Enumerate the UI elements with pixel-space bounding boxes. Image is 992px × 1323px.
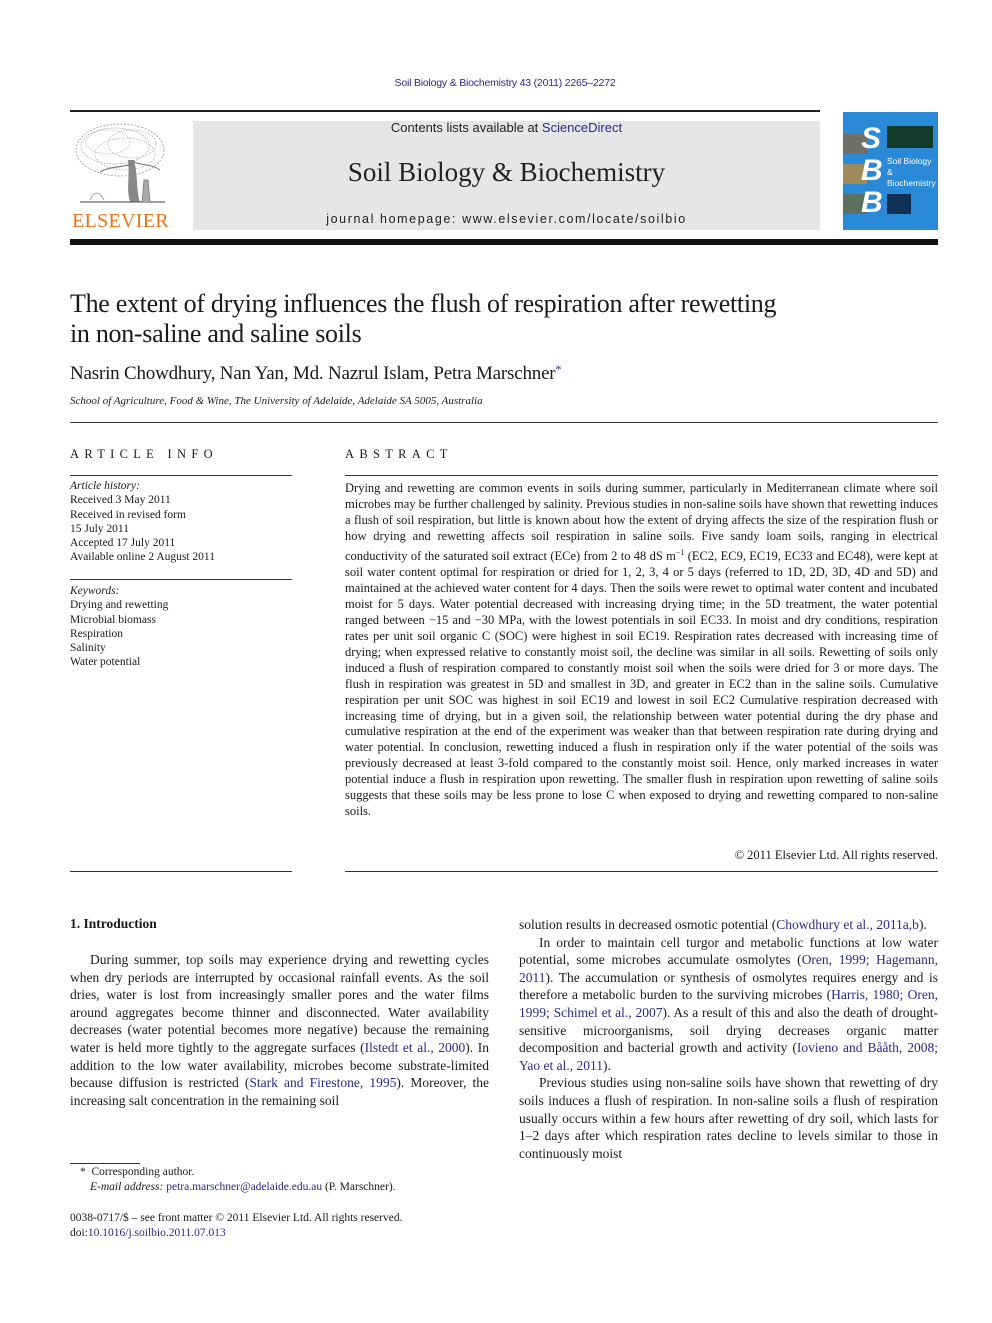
cover-title-line: Biochemistry xyxy=(887,178,936,188)
abstract-bottom-rule xyxy=(345,871,938,872)
journal-homepage-link[interactable]: journal homepage: www.elsevier.com/locat… xyxy=(193,212,820,226)
affiliation: School of Agriculture, Food & Wine, The … xyxy=(70,395,483,407)
history-item: 15 July 2011 xyxy=(70,522,129,535)
reference-link[interactable]: Ilstedt et al., 2000 xyxy=(365,1040,466,1055)
paragraph-text: solution results in decreased osmotic po… xyxy=(519,917,777,932)
footnote-rule xyxy=(70,1163,140,1164)
cover-title: Soil Biology & Biochemistry xyxy=(887,156,938,189)
keyword-item: Water potential xyxy=(70,656,141,669)
keyword-item: Drying and rewetting xyxy=(70,599,169,612)
elsevier-wordmark: ELSEVIER xyxy=(72,210,169,232)
sciencedirect-link[interactable]: ScienceDirect xyxy=(542,120,622,135)
journal-masthead: Contents lists available at ScienceDirec… xyxy=(193,121,820,230)
footnote-mark: * xyxy=(80,1166,86,1178)
abstract-body: Drying and rewetting are common events i… xyxy=(345,481,938,820)
front-matter: 0038-0717/$ – see front matter © 2011 El… xyxy=(70,1211,402,1241)
doi-link[interactable]: 10.1016/j.soilbio.2011.07.013 xyxy=(88,1227,226,1239)
paragraph-text: ). xyxy=(918,917,927,932)
intro-left-column: During summer, top soils may experience … xyxy=(70,951,489,1109)
corresponding-author-mark[interactable]: * xyxy=(555,362,561,376)
article-history: Article history: Received 3 May 2011 Rec… xyxy=(70,479,292,565)
article-title: The extent of drying influences the flus… xyxy=(70,289,890,349)
header-rule xyxy=(70,110,820,112)
keywords-rule xyxy=(70,579,292,580)
footnote: * Corresponding author. E-mail address: … xyxy=(70,1165,396,1195)
contents-label: Contents lists available at xyxy=(390,120,542,135)
cover-letter: B xyxy=(861,154,883,187)
abstract-text: (EC2, EC9, EC19, EC33 and EC48), were ke… xyxy=(345,548,938,819)
intro-paragraph: In order to maintain cell turgor and met… xyxy=(519,934,938,1075)
elsevier-tree-icon xyxy=(75,123,165,203)
keyword-item: Microbial biomass xyxy=(70,613,156,626)
corresponding-author-note: Corresponding author. xyxy=(91,1166,195,1178)
history-item: Received 3 May 2011 xyxy=(70,494,171,507)
journal-cover-thumbnail[interactable]: S B B Soil Biology & Biochemistry xyxy=(843,112,938,230)
journal-name: Soil Biology & Biochemistry xyxy=(347,157,666,187)
issn-line: 0038-0717/$ – see front matter © 2011 El… xyxy=(70,1212,403,1224)
doi-label: doi: xyxy=(70,1227,88,1239)
article-title-line: in non-saline and saline soils xyxy=(70,319,362,348)
history-item: Accepted 17 July 2011 xyxy=(70,537,176,550)
cover-micrograph xyxy=(887,194,911,214)
cover-title-line: Soil Biology & xyxy=(887,156,932,177)
email-link[interactable]: petra.marschner@adelaide.edu.au xyxy=(166,1181,322,1193)
author-names: Nasrin Chowdhury, Nan Yan, Md. Nazrul Is… xyxy=(70,363,556,384)
email-suffix: (P. Marschner). xyxy=(322,1181,396,1193)
article-info-bottom-rule xyxy=(70,871,292,872)
history-item: Received in revised form xyxy=(70,508,186,521)
history-item: Available online 2 August 2011 xyxy=(70,551,216,564)
intro-paragraph: During summer, top soils may experience … xyxy=(70,951,489,1109)
abstract-heading: ABSTRACT xyxy=(345,447,453,461)
header-thick-rule xyxy=(70,239,938,245)
reference-link[interactable]: Stark and Firestone, 1995 xyxy=(249,1075,396,1090)
title-divider xyxy=(70,422,938,423)
cover-micrograph xyxy=(887,126,933,148)
intro-paragraph: solution results in decreased osmotic po… xyxy=(519,916,938,934)
cover-letter: B xyxy=(861,186,883,219)
cover-letter: S xyxy=(861,122,882,155)
journal-citation-link[interactable]: Soil Biology & Biochemistry 43 (2011) 22… xyxy=(0,77,992,89)
abstract-copyright: © 2011 Elsevier Ltd. All rights reserved… xyxy=(734,848,938,862)
article-info-heading: ARTICLE INFO xyxy=(70,447,218,461)
email-label: E-mail address: xyxy=(90,1181,167,1193)
keyword-item: Salinity xyxy=(70,642,106,655)
article-title-line: The extent of drying influences the flus… xyxy=(70,289,777,318)
keywords: Keywords: Drying and rewetting Microbial… xyxy=(70,584,292,670)
paragraph-text: ). xyxy=(603,1057,611,1073)
elsevier-logo[interactable]: ELSEVIER xyxy=(68,118,173,233)
abstract-rule xyxy=(345,475,938,476)
introduction-heading: 1. Introduction xyxy=(70,916,157,931)
keywords-label: Keywords: xyxy=(70,585,120,597)
contents-line: Contents lists available at ScienceDirec… xyxy=(193,121,820,135)
keyword-item: Respiration xyxy=(70,627,124,640)
author-list: Nasrin Chowdhury, Nan Yan, Md. Nazrul Is… xyxy=(70,362,561,385)
intro-right-column: solution results in decreased osmotic po… xyxy=(519,916,938,1162)
intro-paragraph: Previous studies using non-saline soils … xyxy=(519,1075,938,1161)
reference-link[interactable]: Chowdhury et al., 2011a,b xyxy=(776,917,919,932)
history-label: Article history: xyxy=(70,480,140,492)
article-info-rule xyxy=(70,475,292,476)
